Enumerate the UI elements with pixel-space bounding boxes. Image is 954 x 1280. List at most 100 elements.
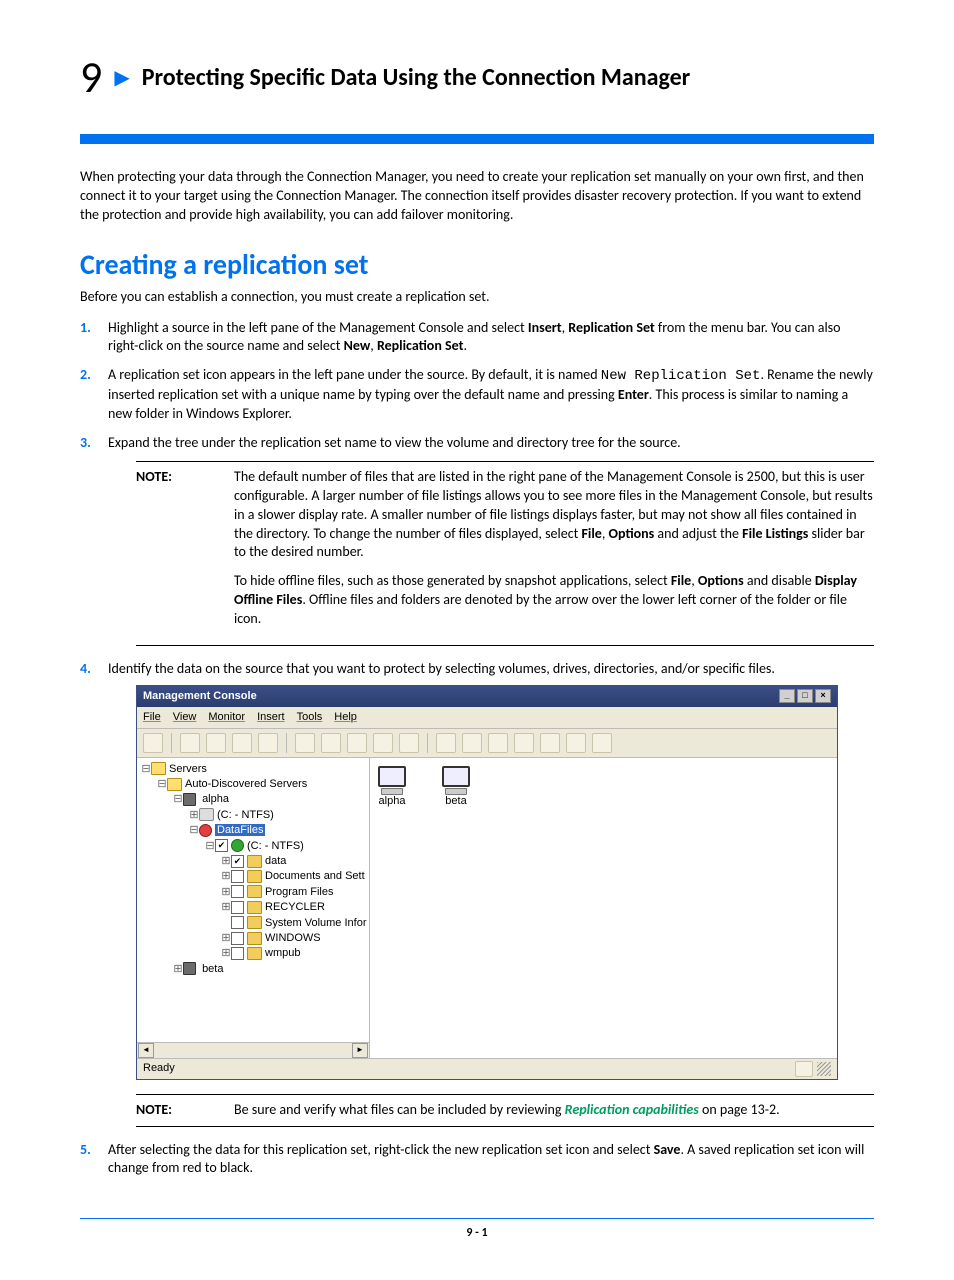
server-icon [183,962,196,975]
computer-item-beta[interactable]: beta [442,766,470,809]
tree-node-recycler[interactable]: ⊞RECYCLER [221,900,369,915]
menu-monitor[interactable]: Monitor [208,710,245,725]
computer-icon [378,766,406,792]
tree-node-windows[interactable]: ⊞WINDOWS [221,931,369,946]
chapter-triangle-icon: ▶ [114,65,129,90]
step-3: 3. Expand the tree under the replication… [80,434,874,646]
checkbox-icon[interactable]: ✔ [231,855,244,868]
menu-insert[interactable]: Insert [257,710,285,725]
tree-node-drive-c[interactable]: ⊞(C: - NTFS) [189,808,369,823]
scroll-right-icon[interactable]: ► [352,1043,368,1058]
scroll-left-icon[interactable]: ◄ [138,1043,154,1058]
checkbox-icon[interactable]: ✔ [215,839,228,852]
toolbar-button[interactable] [462,733,482,753]
computer-item-alpha[interactable]: alpha [378,766,406,809]
step-2: 2. A replication set icon appears in the… [80,366,874,424]
tree-node-program-files[interactable]: ⊞Program Files [221,885,369,900]
tree-node-datafiles[interactable]: ⊟DataFiles ⊟✔(C: - NTFS) ⊞✔data ⊞Documen [189,823,369,962]
toolbar-button[interactable] [373,733,393,753]
menu-bar: File View Monitor Insert Tools Help [137,707,837,729]
chapter-title: Protecting Specific Data Using the Conne… [142,63,690,92]
toolbar-separator-icon [286,733,287,753]
section-title: Creating a replication set [80,247,874,282]
toolbar-button[interactable] [143,733,163,753]
toolbar-button[interactable] [206,733,226,753]
tree-node-sysvol[interactable]: System Volume Infor [221,916,369,931]
toolbar-button[interactable] [436,733,456,753]
blue-divider [80,134,874,144]
minimize-button[interactable]: _ [779,689,795,703]
tree-node-data[interactable]: ⊞✔data [221,854,369,869]
note-label: NOTE: [136,468,206,639]
toolbar [137,729,837,758]
toolbar-button[interactable] [514,733,534,753]
drive-icon [231,839,244,852]
server-group-icon [151,762,166,775]
checkbox-icon[interactable] [231,885,244,898]
toolbar-button[interactable] [566,733,586,753]
checkbox-icon[interactable] [231,870,244,883]
folder-icon [247,916,262,929]
computer-icon [442,766,470,792]
page-number: 9 - 1 [80,1226,874,1240]
tree-pane[interactable]: ⊟Servers ⊟Auto-Discovered Servers ⊟ alph… [137,758,370,1058]
tree-node-beta[interactable]: ⊞ beta [173,962,369,977]
tree-node-servers[interactable]: ⊟Servers ⊟Auto-Discovered Servers ⊟ alph… [141,762,369,977]
note-label: NOTE: [136,1101,206,1120]
menu-help[interactable]: Help [334,710,357,725]
checkbox-icon[interactable] [231,901,244,914]
server-group-icon [167,778,182,791]
replication-capabilities-link[interactable]: Replication capabilities [565,1101,699,1118]
menu-view[interactable]: View [173,710,197,725]
checkbox-icon[interactable] [231,916,244,929]
step-1: 1. Highlight a source in the left pane o… [80,319,874,357]
resize-grip-icon[interactable] [817,1062,831,1076]
tree-node-documents[interactable]: ⊞Documents and Sett [221,869,369,884]
folder-icon [247,855,262,868]
toolbar-button[interactable] [540,733,560,753]
folder-icon [247,870,262,883]
computer-label: beta [445,795,466,807]
management-console-screenshot: Management Console _ □ × File View Monit… [136,685,838,1080]
tree-node-auto-discovered[interactable]: ⊟Auto-Discovered Servers ⊟ alpha ⊞(C: - … [157,777,369,977]
menu-tools[interactable]: Tools [297,710,323,725]
toolbar-button[interactable] [232,733,252,753]
window-titlebar[interactable]: Management Console _ □ × [137,686,837,707]
maximize-button[interactable]: □ [797,689,813,703]
toolbar-separator-icon [171,733,172,753]
toolbar-button[interactable] [258,733,278,753]
tree-node-drive-c2[interactable]: ⊟✔(C: - NTFS) ⊞✔data ⊞Documents and Sett… [205,839,369,962]
toolbar-button[interactable] [592,733,612,753]
replication-set-icon [199,824,212,837]
checkbox-icon[interactable] [231,932,244,945]
content-pane[interactable]: alpha beta [370,758,837,1058]
chapter-header: 9 ▶ Protecting Specific Data Using the C… [80,50,874,104]
horizontal-scrollbar[interactable]: ◄ ► [137,1042,369,1058]
toolbar-button[interactable] [488,733,508,753]
folder-icon [247,932,262,945]
tree-node-wmpub[interactable]: ⊞wmpub [221,946,369,961]
note-box-2: NOTE: Be sure and verify what files can … [136,1094,874,1127]
close-button[interactable]: × [815,689,831,703]
step-4: 4. Identify the data on the source that … [80,660,874,1126]
tree-node-alpha[interactable]: ⊟ alpha ⊞(C: - NTFS) ⊟DataFiles ⊟✔(C: - … [173,792,369,961]
menu-file[interactable]: File [143,710,161,725]
section-lead: Before you can establish a connection, y… [80,288,874,307]
drive-icon [199,808,214,821]
computer-label: alpha [379,795,406,807]
toolbar-separator-icon [427,733,428,753]
status-text: Ready [143,1061,175,1076]
note-box-1: NOTE: The default number of files that a… [136,461,874,646]
toolbar-button[interactable] [295,733,315,753]
step-5: 5. After selecting the data for this rep… [80,1141,874,1179]
footer-rule [80,1218,874,1219]
chapter-number: 9 [80,50,102,104]
toolbar-button[interactable] [321,733,341,753]
folder-icon [247,901,262,914]
toolbar-button[interactable] [180,733,200,753]
toolbar-button[interactable] [399,733,419,753]
toolbar-button[interactable] [347,733,367,753]
folder-icon [247,947,262,960]
status-bar: Ready [137,1058,837,1079]
checkbox-icon[interactable] [231,947,244,960]
